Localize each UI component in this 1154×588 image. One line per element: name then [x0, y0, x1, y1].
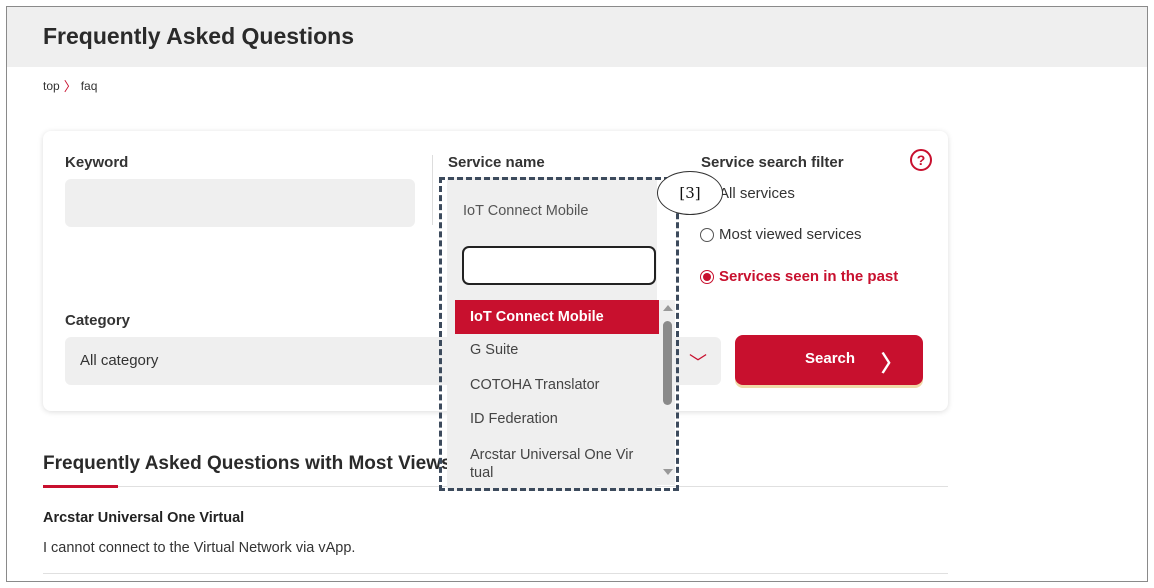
- service-selected-value[interactable]: IoT Connect Mobile: [463, 203, 588, 219]
- keyword-label: Keyword: [65, 154, 129, 171]
- dropdown-scrollbar[interactable]: [657, 303, 677, 485]
- category-selected-value: All category: [80, 352, 159, 369]
- filter-all-services-label: All services: [719, 185, 795, 202]
- dropdown-option[interactable]: Arcstar Universal One Vir tual: [455, 446, 655, 482]
- search-button[interactable]: Search 〉: [735, 335, 923, 385]
- faq-item-service: Arcstar Universal One Virtual: [43, 510, 245, 526]
- service-search-filter-label: Service search filter: [701, 154, 844, 171]
- service-name-label: Service name: [448, 154, 545, 171]
- breadcrumb-home-link[interactable]: top: [43, 79, 60, 93]
- filter-most-viewed-label: Most viewed services: [719, 226, 862, 243]
- scrollbar-thumb[interactable]: [663, 321, 672, 405]
- filter-seen-in-past-label: Services seen in the past: [719, 268, 899, 285]
- dropdown-option[interactable]: ID Federation: [455, 411, 659, 427]
- breadcrumb-separator-icon: 〉: [63, 79, 77, 94]
- heading-underline: [43, 485, 118, 488]
- divider: [432, 155, 433, 225]
- search-button-label: Search: [805, 350, 856, 367]
- service-search-input[interactable]: [462, 246, 656, 285]
- radio-icon[interactable]: [700, 227, 714, 242]
- filter-most-viewed-services[interactable]: Most viewed services: [700, 226, 862, 243]
- keyword-input[interactable]: [65, 179, 415, 227]
- dropdown-option-selected[interactable]: IoT Connect Mobile: [455, 300, 659, 334]
- page-frame: Frequently Asked Questions top 〉 faq Key…: [6, 6, 1148, 582]
- scroll-up-arrow-icon[interactable]: [663, 305, 673, 311]
- filter-services-seen-in-past[interactable]: Services seen in the past: [700, 268, 898, 285]
- service-options-list[interactable]: IoT Connect Mobile G Suite COTOHA Transl…: [455, 300, 675, 485]
- page-header: Frequently Asked Questions: [7, 7, 1147, 67]
- dropdown-option[interactable]: G Suite: [455, 342, 659, 358]
- faq-section-heading: Frequently Asked Questions with Most Vie…: [43, 453, 452, 474]
- annotation-callout: [3]: [657, 171, 723, 215]
- chevron-right-icon: 〉: [880, 351, 903, 376]
- chevron-down-icon: ﹀: [689, 353, 707, 373]
- faq-item-question-link[interactable]: I cannot connect to the Virtual Network …: [43, 540, 355, 556]
- service-name-dropdown[interactable]: IoT Connect Mobile IoT Connect Mobile G …: [447, 177, 675, 491]
- help-question-icon[interactable]: ?: [910, 149, 932, 171]
- divider: [43, 573, 948, 574]
- category-label: Category: [65, 312, 131, 329]
- radio-checked-icon[interactable]: [700, 269, 714, 284]
- page-title: Frequently Asked Questions: [43, 23, 354, 49]
- breadcrumb-current: faq: [80, 78, 98, 93]
- dropdown-option[interactable]: COTOHA Translator: [455, 377, 659, 393]
- breadcrumb: top 〉 faq: [43, 76, 97, 95]
- scroll-down-arrow-icon[interactable]: [663, 469, 673, 475]
